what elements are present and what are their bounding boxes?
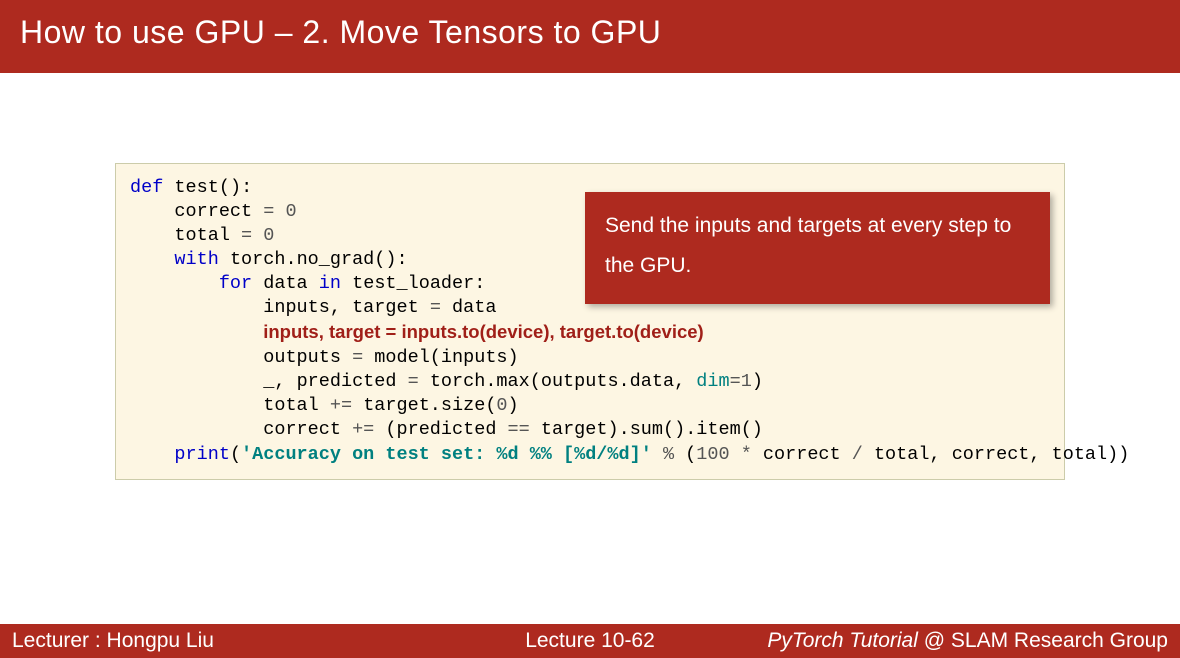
var-outputs: outputs xyxy=(263,347,341,368)
comma: , xyxy=(929,444,940,465)
paren: () xyxy=(219,177,241,198)
torch-nograd: torch.no_grad xyxy=(230,249,374,270)
kw-def: def xyxy=(130,177,163,198)
var-correct: correct xyxy=(263,419,341,440)
num-hundred: 100 xyxy=(696,444,729,465)
op-pluseq: += xyxy=(330,395,352,416)
kw-in: in xyxy=(319,273,341,294)
var-loader: test_loader xyxy=(352,273,474,294)
num-zero: 0 xyxy=(285,201,296,222)
var-target: target xyxy=(541,419,608,440)
torch-max: torch.max xyxy=(430,371,530,392)
op-eq: = xyxy=(263,201,274,222)
var-correct: correct xyxy=(952,444,1030,465)
paren: ) xyxy=(1118,444,1129,465)
series-name: PyTorch Tutorial xyxy=(767,629,918,652)
callout-text: Send the inputs and targets at every ste… xyxy=(605,214,1011,277)
num-zero: 0 xyxy=(263,225,274,246)
paren: ( xyxy=(230,444,241,465)
comma: , xyxy=(1029,444,1040,465)
paren: ) xyxy=(508,395,519,416)
outputs-data: outputs.data xyxy=(541,371,674,392)
fn-name: test xyxy=(174,177,218,198)
colon: : xyxy=(241,177,252,198)
paren: ( xyxy=(530,371,541,392)
var-model: model xyxy=(374,347,430,368)
group-name: @ SLAM Research Group xyxy=(918,629,1168,652)
slide-header: How to use GPU – 2. Move Tensors to GPU xyxy=(0,0,1180,73)
paren: () xyxy=(374,249,396,270)
var-total: total xyxy=(263,395,319,416)
var-inputs: inputs xyxy=(263,297,330,318)
num-zero: 0 xyxy=(496,395,507,416)
target-size: target.size xyxy=(363,395,485,416)
slide-title: How to use GPU – 2. Move Tensors to GPU xyxy=(20,14,661,50)
footer-lecturer: Lecturer : Hongpu Liu xyxy=(12,629,214,653)
paren: ( xyxy=(685,444,696,465)
op-eq: = xyxy=(352,347,363,368)
callout-box: Send the inputs and targets at every ste… xyxy=(585,192,1050,304)
op-pluseq: += xyxy=(352,419,374,440)
num-one: 1 xyxy=(741,371,752,392)
footer-series: PyTorch Tutorial @ SLAM Research Group xyxy=(767,629,1168,653)
var-total: total xyxy=(174,225,230,246)
op-eq: = xyxy=(730,371,741,392)
sum-item: ).sum().item() xyxy=(607,419,762,440)
paren: ( xyxy=(485,395,496,416)
code-block: def test(): correct = 0 total = 0 with t… xyxy=(115,163,1065,480)
var-predicted: predicted xyxy=(297,371,397,392)
slide-footer: Lecturer : Hongpu Liu Lecture 10-62 PyTo… xyxy=(0,624,1180,658)
kw-for: for xyxy=(219,273,252,294)
comma: , xyxy=(330,297,341,318)
kw-print: print xyxy=(174,444,230,465)
var-data: data xyxy=(263,273,307,294)
paren: ) xyxy=(752,371,763,392)
str-literal: 'Accuracy on test set: %d %% [%d/%d]' xyxy=(241,444,652,465)
slide-content: def test(): correct = 0 total = 0 with t… xyxy=(0,73,1180,480)
op-percent: % xyxy=(663,444,674,465)
var-inputs: inputs xyxy=(441,347,508,368)
kw-with: with xyxy=(174,249,218,270)
var-total: total xyxy=(1052,444,1108,465)
op-eq: = xyxy=(430,297,441,318)
op-star: * xyxy=(741,444,752,465)
var-predicted: predicted xyxy=(397,419,497,440)
colon: : xyxy=(397,249,408,270)
var-data: data xyxy=(452,297,496,318)
op-eq: = xyxy=(241,225,252,246)
underscore: _ xyxy=(263,371,274,392)
var-target: target xyxy=(352,297,419,318)
footer-lecture: Lecture 10-62 xyxy=(525,629,655,653)
var-correct: correct xyxy=(763,444,841,465)
arg-dim: dim xyxy=(696,371,729,392)
highlight-line: inputs, target = inputs.to(device), targ… xyxy=(263,321,703,342)
var-total: total xyxy=(874,444,930,465)
paren: ( xyxy=(430,347,441,368)
colon: : xyxy=(474,273,485,294)
comma: , xyxy=(674,371,685,392)
paren: ) xyxy=(1107,444,1118,465)
op-eq: = xyxy=(408,371,419,392)
comma: , xyxy=(274,371,285,392)
op-slash: / xyxy=(852,444,863,465)
op-eqeq: == xyxy=(508,419,530,440)
paren: ( xyxy=(385,419,396,440)
paren: ) xyxy=(508,347,519,368)
var-correct: correct xyxy=(174,201,252,222)
